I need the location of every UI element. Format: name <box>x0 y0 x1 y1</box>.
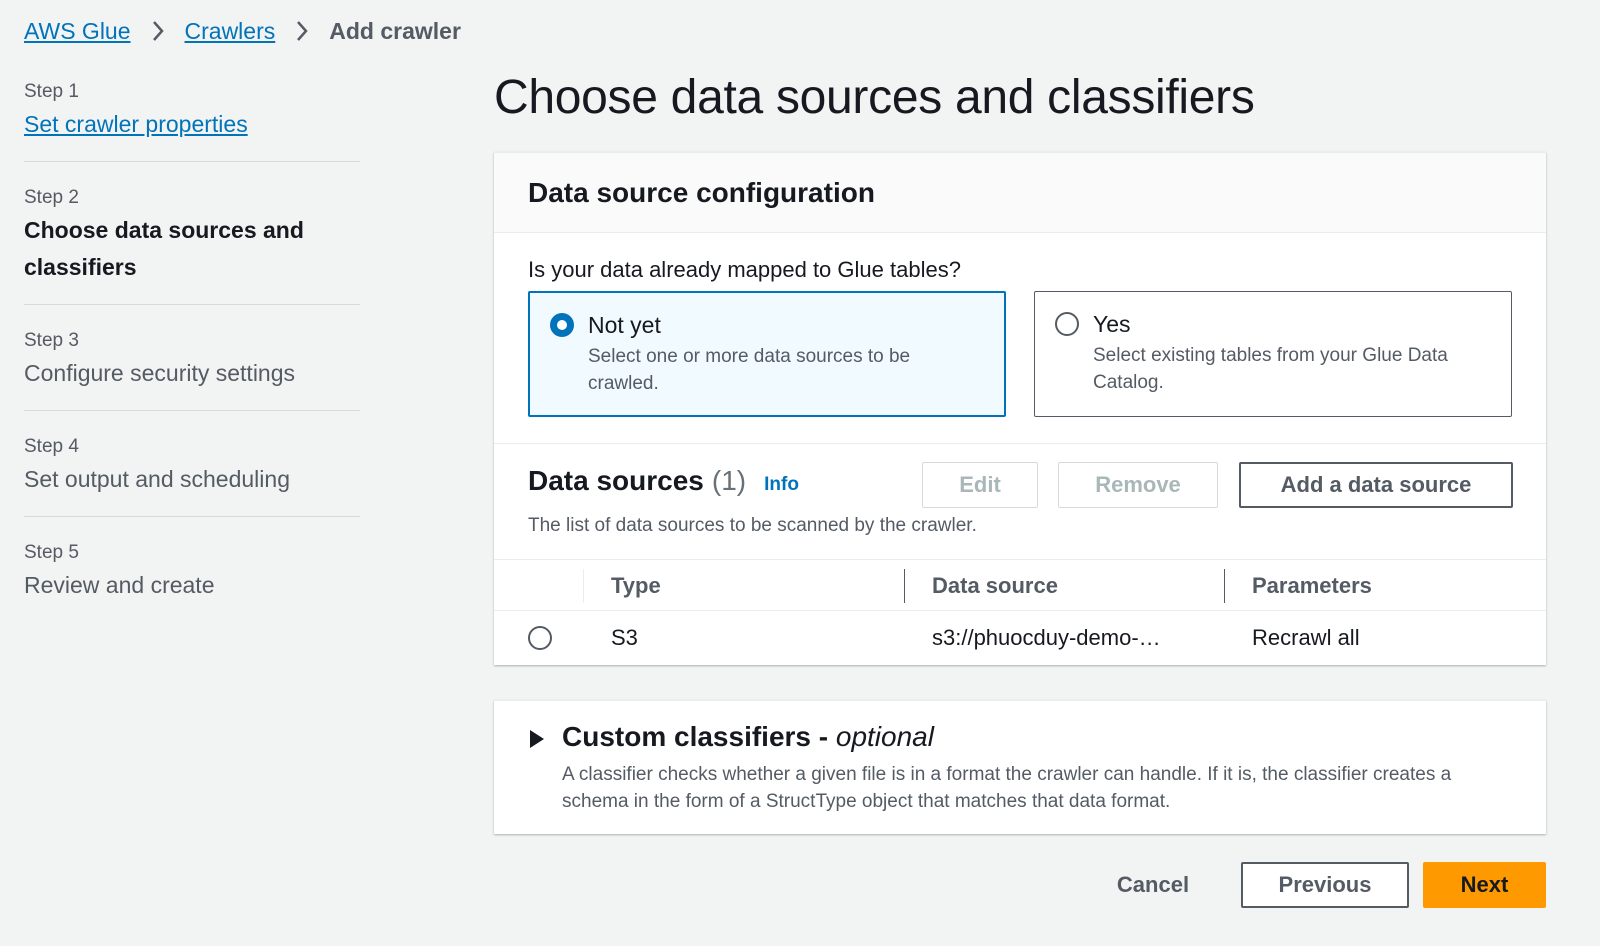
column-header-data-source[interactable]: Data source <box>932 560 1058 612</box>
data-sources-title: Data sources <box>528 465 704 496</box>
step-number: Step 1 <box>24 81 79 102</box>
cell-parameters: Recrawl all <box>1252 625 1360 650</box>
add-data-source-button[interactable]: Add a data source <box>1239 462 1513 508</box>
chevron-right-icon <box>291 20 313 42</box>
step-number: Step 4 <box>24 436 79 457</box>
chevron-right-icon <box>147 20 169 42</box>
edit-button[interactable]: Edit <box>922 462 1038 508</box>
step-title: Configure security settings <box>24 360 296 386</box>
column-resizer[interactable] <box>1224 569 1225 603</box>
breadcrumb-crawlers[interactable]: Crawlers <box>185 18 276 45</box>
column-header-parameters[interactable]: Parameters <box>1252 560 1372 612</box>
caret-right-icon[interactable] <box>528 729 546 749</box>
cell-data-source: s3://phuocduy-demo-… <box>932 625 1161 650</box>
option-description: Select existing tables from your Glue Da… <box>1093 345 1448 393</box>
breadcrumb-aws-glue[interactable]: AWS Glue <box>24 18 131 45</box>
data-sources-table: Type Data source Parameters S3 s3://phuo… <box>494 559 1546 665</box>
previous-button[interactable]: Previous <box>1241 862 1409 908</box>
column-header-type[interactable]: Type <box>611 560 661 612</box>
section-divider <box>494 443 1546 444</box>
column-resizer[interactable] <box>904 569 905 603</box>
mapping-question: Is your data already mapped to Glue tabl… <box>528 257 961 282</box>
custom-classifiers-title-text: Custom classifiers - <box>562 721 836 752</box>
step-number: Step 5 <box>24 542 79 563</box>
next-button[interactable]: Next <box>1423 862 1546 908</box>
option-label: Not yet <box>588 312 661 338</box>
step-1: Step 1 Set crawler properties <box>24 74 360 162</box>
breadcrumb-current: Add crawler <box>329 17 461 44</box>
breadcrumb: AWS Glue Crawlers Add crawler <box>24 14 461 48</box>
custom-classifiers-title[interactable]: Custom classifiers - optional <box>562 721 934 753</box>
cell-type: S3 <box>611 625 638 650</box>
row-select-radio[interactable] <box>528 626 552 650</box>
step-title-current: Choose data sources and classifiers <box>24 217 304 280</box>
cancel-button[interactable]: Cancel <box>1092 862 1214 908</box>
step-2: Step 2 Choose data sources and classifie… <box>24 180 360 305</box>
step-title: Review and create <box>24 572 215 598</box>
data-sources-header: Data sources (1) Info <box>528 465 799 497</box>
custom-classifiers-description: A classifier checks whether a given file… <box>562 764 1452 812</box>
option-yes[interactable]: Yes Select existing tables from your Glu… <box>1034 291 1512 417</box>
step-4: Step 4 Set output and scheduling <box>24 429 360 517</box>
option-description: Select one or more data sources to be cr… <box>588 346 911 394</box>
panel-header: Data source configuration <box>494 153 1546 233</box>
step-title: Set output and scheduling <box>24 466 290 492</box>
step-3: Step 3 Configure security settings <box>24 323 360 411</box>
step-number: Step 2 <box>24 187 79 208</box>
custom-classifiers-panel: Custom classifiers - optional A classifi… <box>494 700 1546 834</box>
info-link[interactable]: Info <box>764 474 799 496</box>
step-link-set-crawler-properties[interactable]: Set crawler properties <box>24 111 248 137</box>
column-divider <box>583 569 584 603</box>
table-header: Type Data source Parameters <box>494 559 1546 611</box>
step-5: Step 5 Review and create <box>24 535 360 622</box>
radio-selected-icon[interactable] <box>550 313 574 337</box>
page-title: Choose data sources and classifiers <box>494 71 1255 124</box>
step-number: Step 3 <box>24 330 79 351</box>
data-source-config-panel: Data source configuration Is your data a… <box>494 152 1546 665</box>
wizard-steps: Step 1 Set crawler properties Step 2 Cho… <box>24 74 360 640</box>
radio-unselected-icon[interactable] <box>1055 312 1079 336</box>
data-sources-description: The list of data sources to be scanned b… <box>528 515 977 536</box>
panel-heading: Data source configuration <box>528 176 875 208</box>
option-label: Yes <box>1093 311 1131 337</box>
table-row[interactable]: S3 s3://phuocduy-demo-… Recrawl all <box>494 611 1546 665</box>
option-not-yet[interactable]: Not yet Select one or more data sources … <box>528 291 1006 417</box>
optional-label: optional <box>835 721 934 752</box>
remove-button[interactable]: Remove <box>1058 462 1218 508</box>
data-sources-count: (1) <box>711 465 747 496</box>
